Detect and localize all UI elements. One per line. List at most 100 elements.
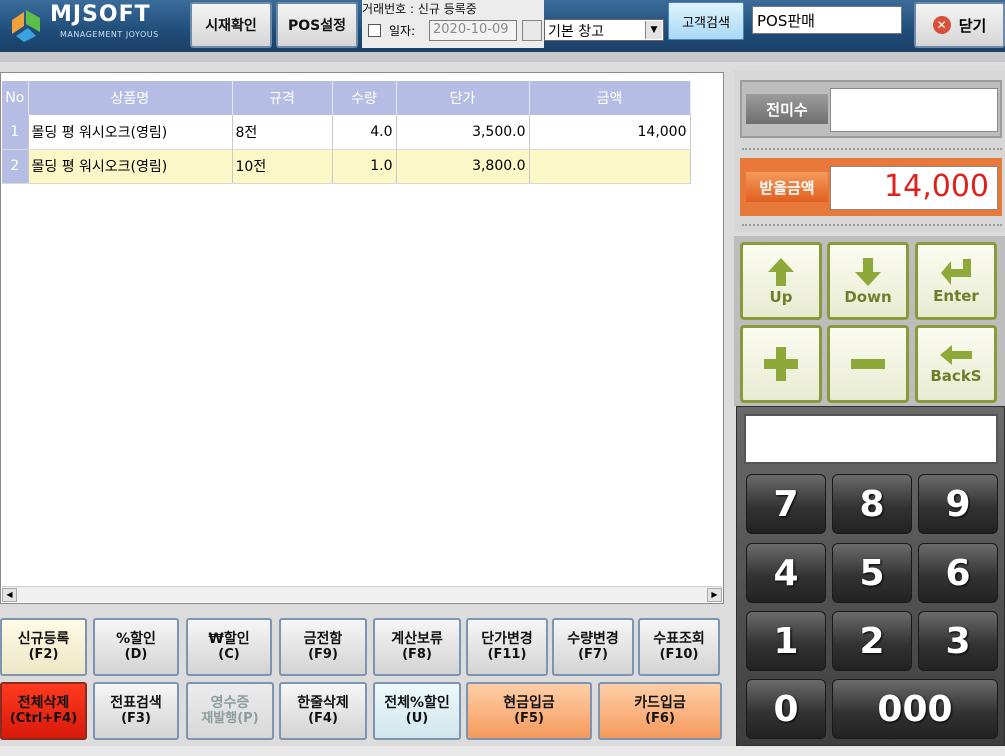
column-header-no[interactable]: No	[2, 81, 29, 115]
arrow-down-icon	[855, 258, 881, 286]
brand-tagline: MANAGEMENT JOYOUS	[60, 30, 159, 39]
plus-icon	[764, 347, 798, 381]
key-6[interactable]: 6	[918, 543, 998, 603]
column-header-price[interactable]: 단가	[396, 81, 530, 115]
slip-search-button[interactable]: 전표검색 (F3)	[93, 682, 179, 740]
column-header-qty[interactable]: 수량	[332, 81, 397, 115]
chevron-down-icon[interactable]: ▼	[645, 21, 662, 39]
item-amount[interactable]	[529, 149, 691, 184]
item-qty[interactable]: 4.0	[332, 115, 397, 150]
key-9[interactable]: 9	[918, 474, 998, 534]
pos-settings-button[interactable]: POS설정	[276, 2, 358, 48]
key-3[interactable]: 3	[918, 611, 998, 671]
up-button[interactable]: Up	[740, 242, 822, 320]
hold-button[interactable]: 계산보류 (F8)	[373, 618, 461, 676]
price-check-button[interactable]: 시재확인	[190, 2, 272, 48]
scroll-left-icon[interactable]: ◀	[2, 588, 17, 602]
enter-button[interactable]: Enter	[915, 242, 997, 320]
button-label: 신규등록	[17, 631, 70, 647]
toolbar-divider	[0, 52, 1005, 62]
customer-search-button[interactable]: 고객검색	[668, 2, 744, 40]
button-shortcut: (F3)	[121, 711, 151, 726]
item-name[interactable]: 몰딩 평 워시오크(영림)	[28, 115, 233, 150]
delete-line-button[interactable]: 한줄삭제 (F4)	[279, 682, 367, 740]
date-checkbox[interactable]	[368, 24, 381, 37]
previous-balance-value	[830, 88, 998, 132]
button-label: 한줄삭제	[297, 695, 349, 711]
receipt-reissue-button[interactable]: 영수증 재발행(P)	[186, 682, 274, 740]
warehouse-select[interactable]: 기본 창고 ▼	[544, 19, 664, 41]
key-2[interactable]: 2	[832, 611, 912, 671]
button-shortcut: (U)	[405, 711, 429, 726]
calendar-button[interactable]	[522, 20, 542, 41]
pos-mode-field[interactable]: POS판매	[752, 6, 902, 34]
row-number: 1	[2, 115, 29, 150]
button-shortcut: (F5)	[514, 711, 544, 726]
key-0[interactable]: 0	[746, 679, 826, 739]
brand-name: MJSOFT	[50, 2, 151, 27]
new-entry-button[interactable]: 신규등록 (F2)	[0, 618, 87, 676]
button-shortcut: (F6)	[645, 711, 675, 726]
table-row[interactable]: 2 몰딩 평 워시오크(영림) 10전 1.0 3,800.0	[2, 149, 691, 184]
button-label: 전표검색	[110, 695, 162, 711]
item-qty[interactable]: 1.0	[332, 149, 397, 184]
up-label: Up	[769, 288, 793, 306]
key-000[interactable]: 000	[832, 679, 998, 739]
button-shortcut: (F9)	[308, 647, 338, 662]
table-header-row: No 상품명 규격 수량 단가 금액	[2, 81, 691, 115]
date-field[interactable]: 2020-10-09	[429, 20, 517, 41]
button-label: 전체삭제	[17, 695, 70, 711]
delete-all-button[interactable]: 전체삭제 (Ctrl+F4)	[0, 682, 87, 740]
item-price[interactable]: 3,500.0	[396, 115, 530, 150]
previous-balance-label: 전미수	[746, 94, 828, 124]
all-percent-discount-button[interactable]: 전체%할인 (U)	[373, 682, 461, 740]
cash-drawer-button[interactable]: 금전함 (F9)	[279, 618, 367, 676]
row-number: 2	[2, 149, 29, 184]
key-5[interactable]: 5	[832, 543, 912, 603]
horizontal-scrollbar[interactable]: ◀ ▶	[2, 586, 722, 602]
button-label: ₩할인	[208, 631, 250, 647]
receive-amount-row: 받을금액 14,000	[740, 158, 1002, 216]
scroll-right-icon[interactable]: ▶	[707, 588, 722, 602]
receive-amount-value: 14,000	[830, 166, 998, 210]
card-deposit-button[interactable]: 카드입금 (F6)	[598, 682, 722, 740]
backspace-button[interactable]: BackS	[915, 325, 997, 403]
keypad-display[interactable]	[744, 414, 998, 464]
minus-button[interactable]	[827, 325, 909, 403]
key-4[interactable]: 4	[746, 543, 826, 603]
arrow-up-icon	[768, 258, 794, 286]
plus-button[interactable]	[740, 325, 822, 403]
button-label: 현금입금	[503, 695, 555, 711]
item-spec[interactable]: 10전	[232, 149, 333, 184]
item-amount[interactable]: 14,000	[529, 115, 691, 150]
item-spec[interactable]: 8전	[232, 115, 333, 150]
won-discount-button[interactable]: ₩할인 (C)	[186, 618, 272, 676]
sales-grid[interactable]: No 상품명 규격 수량 단가 금액 1 몰딩 평 워시오크(영림) 8전 4.…	[0, 72, 724, 604]
item-name[interactable]: 몰딩 평 워시오크(영림)	[28, 149, 233, 184]
key-1[interactable]: 1	[746, 611, 826, 671]
item-price[interactable]: 3,800.0	[396, 149, 530, 184]
date-label: 일자:	[389, 24, 416, 38]
price-change-button[interactable]: 단가변경 (F11)	[466, 618, 548, 676]
column-header-amount[interactable]: 금액	[529, 81, 691, 115]
key-8[interactable]: 8	[832, 474, 912, 534]
percent-discount-button[interactable]: %할인 (D)	[93, 618, 179, 676]
table-row[interactable]: 1 몰딩 평 워시오크(영림) 8전 4.0 3,500.0 14,000	[2, 115, 691, 150]
button-shortcut: 재발행(P)	[201, 711, 259, 726]
button-label: 수표조회	[653, 631, 705, 647]
check-lookup-button[interactable]: 수표조회 (F10)	[638, 618, 720, 676]
column-header-spec[interactable]: 규격	[232, 81, 333, 115]
key-7[interactable]: 7	[746, 474, 826, 534]
previous-balance-row: 전미수	[740, 80, 1002, 138]
qty-change-button[interactable]: 수량변경 (F7)	[552, 618, 634, 676]
cash-deposit-button[interactable]: 현금입금 (F5)	[466, 682, 592, 740]
enter-icon	[941, 259, 971, 285]
close-button[interactable]: ✕ 닫기	[914, 2, 1005, 48]
button-label: 영수증	[210, 695, 250, 711]
receive-amount-label: 받을금액	[746, 172, 828, 202]
column-header-name[interactable]: 상품명	[28, 81, 233, 115]
sales-table: No 상품명 규격 수량 단가 금액 1 몰딩 평 워시오크(영림) 8전 4.…	[2, 81, 691, 184]
deal-number-label: 거래번호 : 신규 등록중	[362, 2, 477, 16]
down-button[interactable]: Down	[827, 242, 909, 320]
button-label: 카드입금	[634, 695, 686, 711]
